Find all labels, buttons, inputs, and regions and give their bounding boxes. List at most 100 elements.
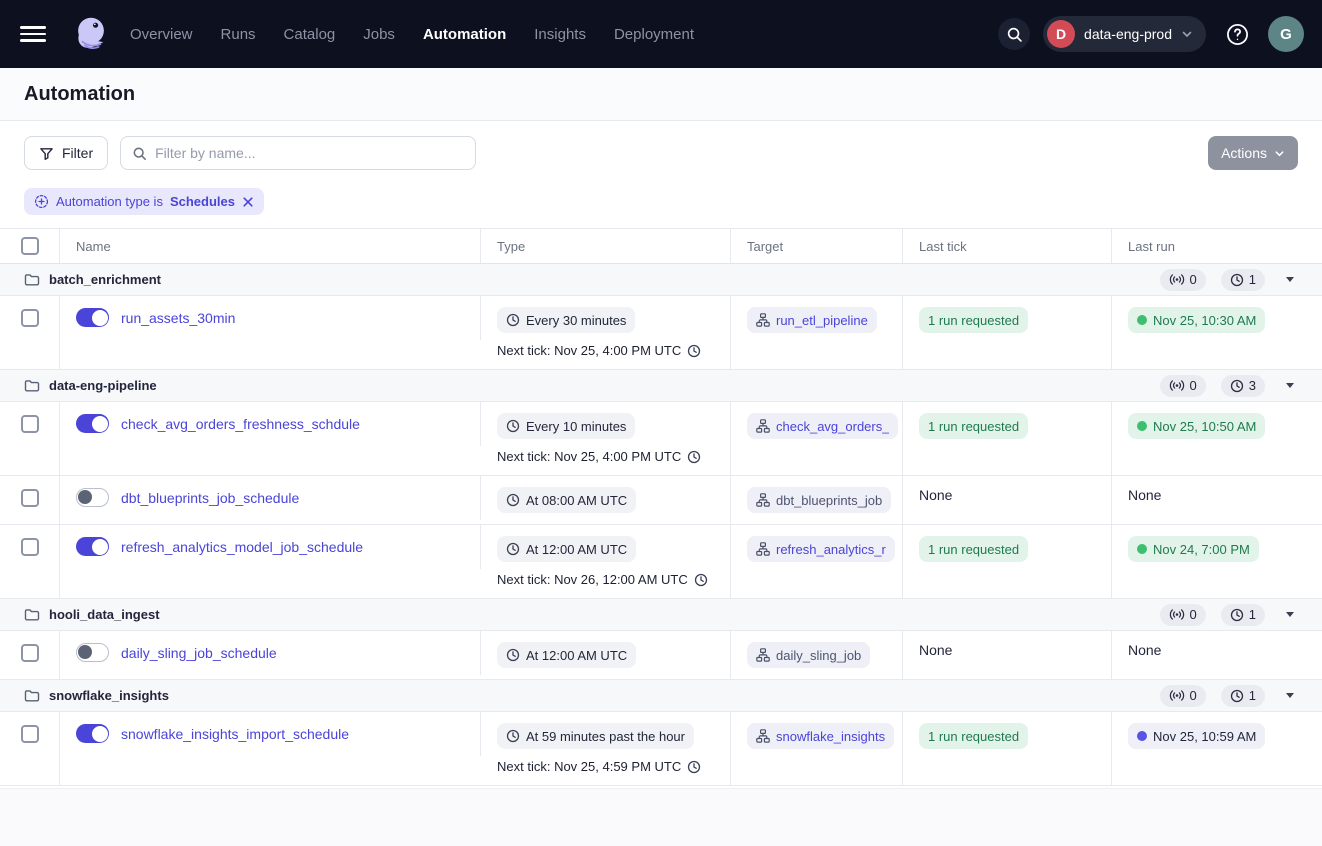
page-header: Automation: [0, 68, 1322, 121]
schedule-type-pill: At 12:00 AM UTC: [497, 536, 636, 562]
schedule-count-badge: 1: [1221, 685, 1265, 707]
folder-icon: [24, 608, 40, 622]
search-icon[interactable]: [998, 18, 1030, 50]
row-checkbox[interactable]: [21, 644, 39, 662]
name-filter-input[interactable]: [155, 145, 464, 161]
select-all-checkbox[interactable]: [21, 237, 39, 255]
group-row-snowflake_insights: snowflake_insights 01: [0, 680, 1322, 712]
row-checkbox[interactable]: [21, 489, 39, 507]
collapse-caret-icon[interactable]: [1286, 277, 1294, 282]
actions-button[interactable]: Actions: [1208, 136, 1298, 170]
row-checkbox[interactable]: [21, 309, 39, 327]
target-job-pill[interactable]: dbt_blueprints_job: [747, 487, 891, 513]
automation-name-link[interactable]: daily_sling_job_schedule: [121, 645, 277, 661]
group-name: hooli_data_ingest: [49, 607, 160, 622]
schedule-toggle[interactable]: [76, 308, 109, 327]
schedule-type-pill: Every 10 minutes: [497, 413, 635, 439]
deployment-selector[interactable]: D data-eng-prod: [1043, 16, 1206, 52]
schedule-toggle[interactable]: [76, 724, 109, 743]
automation-row-snowflake_insights_import_schedule: snowflake_insights_import_schedule At 59 …: [0, 712, 1322, 786]
target-job-pill[interactable]: snowflake_insights: [747, 723, 894, 749]
schedule-type-pill: At 59 minutes past the hour: [497, 723, 694, 749]
automation-type-filter-tag[interactable]: Automation type is Schedules: [24, 188, 264, 215]
group-name: snowflake_insights: [49, 688, 169, 703]
schedule-count-badge: 1: [1221, 604, 1265, 626]
sensor-count-badge: 0: [1160, 685, 1206, 707]
collapse-caret-icon[interactable]: [1286, 612, 1294, 617]
job-graph-icon: [756, 729, 770, 743]
last-run-status-pill: Nov 25, 10:50 AM: [1128, 413, 1265, 439]
schedule-type-pill: At 08:00 AM UTC: [497, 487, 636, 513]
job-graph-icon: [756, 648, 770, 662]
next-tick-text: Next tick: Nov 25, 4:00 PM UTC: [497, 449, 701, 464]
filter-button[interactable]: Filter: [24, 136, 108, 170]
top-nav-bar: Overview Runs Catalog Jobs Automation Insight…: [0, 0, 1322, 68]
schedule-toggle[interactable]: [76, 537, 109, 556]
column-header-last-tick: Last tick: [903, 229, 1112, 263]
column-header-type: Type: [481, 229, 731, 263]
last-tick-none: None: [919, 487, 952, 503]
automation-name-link[interactable]: refresh_analytics_model_job_schedule: [121, 539, 363, 555]
dagster-logo-icon[interactable]: [70, 13, 112, 55]
row-checkbox[interactable]: [21, 725, 39, 743]
group-row-hooli_data_ingest: hooli_data_ingest 01: [0, 599, 1322, 631]
user-avatar[interactable]: G: [1268, 16, 1304, 52]
table-body: batch_enrichment01 run_assets_30min Every …: [0, 264, 1322, 786]
chevron-down-icon: [1181, 28, 1193, 40]
automation-row-refresh_analytics_model_job_schedule: refresh_analytics_model_job_schedule At 1…: [0, 525, 1322, 599]
sensor-count-badge: 0: [1160, 269, 1206, 291]
schedule-toggle[interactable]: [76, 643, 109, 662]
nav-item-deployment[interactable]: Deployment: [614, 26, 694, 43]
active-filters-row: Automation type is Schedules: [0, 180, 1322, 229]
hamburger-menu-icon[interactable]: [20, 22, 46, 46]
schedule-type-pill: Every 30 minutes: [497, 307, 635, 333]
group-name: data-eng-pipeline: [49, 378, 157, 393]
clock-icon: [506, 542, 520, 556]
automation-name-link[interactable]: dbt_blueprints_job_schedule: [121, 490, 299, 506]
nav-item-overview[interactable]: Overview: [130, 26, 193, 43]
column-header-last-run: Last run: [1112, 229, 1322, 263]
success-dot-icon: [1137, 421, 1147, 431]
clock-icon: [506, 729, 520, 743]
collapse-caret-icon[interactable]: [1286, 693, 1294, 698]
clock-icon: [506, 648, 520, 662]
automation-name-link[interactable]: run_assets_30min: [121, 310, 235, 326]
last-run-status-pill: Nov 25, 10:59 AM: [1128, 723, 1265, 749]
nav-item-insights[interactable]: Insights: [534, 26, 586, 43]
nav-item-jobs[interactable]: Jobs: [363, 26, 395, 43]
target-job-pill[interactable]: check_avg_orders_: [747, 413, 898, 439]
folder-icon: [24, 273, 40, 287]
timezone-clock-icon: [687, 344, 701, 358]
job-graph-icon: [756, 419, 770, 433]
nav-item-automation[interactable]: Automation: [423, 26, 506, 43]
column-header-name: Name: [60, 229, 481, 263]
target-job-pill[interactable]: daily_sling_job: [747, 642, 870, 668]
row-checkbox[interactable]: [21, 415, 39, 433]
automation-row-daily_sling_job_schedule: daily_sling_job_schedule At 12:00 AM UTC d…: [0, 631, 1322, 680]
schedule-toggle[interactable]: [76, 414, 109, 433]
column-header-target: Target: [731, 229, 903, 263]
group-row-batch_enrichment: batch_enrichment01: [0, 264, 1322, 296]
schedule-type-pill: At 12:00 AM UTC: [497, 642, 636, 668]
help-icon[interactable]: [1219, 16, 1255, 52]
table-header-row: Name Type Target Last tick Last run: [0, 229, 1322, 264]
last-tick-status-pill: 1 run requested: [919, 536, 1028, 562]
schedule-toggle[interactable]: [76, 488, 109, 507]
timezone-clock-icon: [687, 450, 701, 464]
remove-filter-icon[interactable]: [242, 196, 254, 208]
page-title: Automation: [24, 83, 1298, 106]
sensor-count-badge: 0: [1160, 604, 1206, 626]
clock-icon: [506, 313, 520, 327]
nav-item-runs[interactable]: Runs: [221, 26, 256, 43]
last-tick-status-pill: 1 run requested: [919, 413, 1028, 439]
row-checkbox[interactable]: [21, 538, 39, 556]
automation-name-link[interactable]: check_avg_orders_freshness_schdule: [121, 416, 360, 432]
dashed-circle-plus-icon: [34, 194, 49, 209]
clock-icon: [506, 419, 520, 433]
timezone-clock-icon: [687, 760, 701, 774]
target-job-pill[interactable]: refresh_analytics_r: [747, 536, 895, 562]
target-job-pill[interactable]: run_etl_pipeline: [747, 307, 877, 333]
collapse-caret-icon[interactable]: [1286, 383, 1294, 388]
nav-item-catalog[interactable]: Catalog: [284, 26, 336, 43]
automation-name-link[interactable]: snowflake_insights_import_schedule: [121, 726, 349, 742]
